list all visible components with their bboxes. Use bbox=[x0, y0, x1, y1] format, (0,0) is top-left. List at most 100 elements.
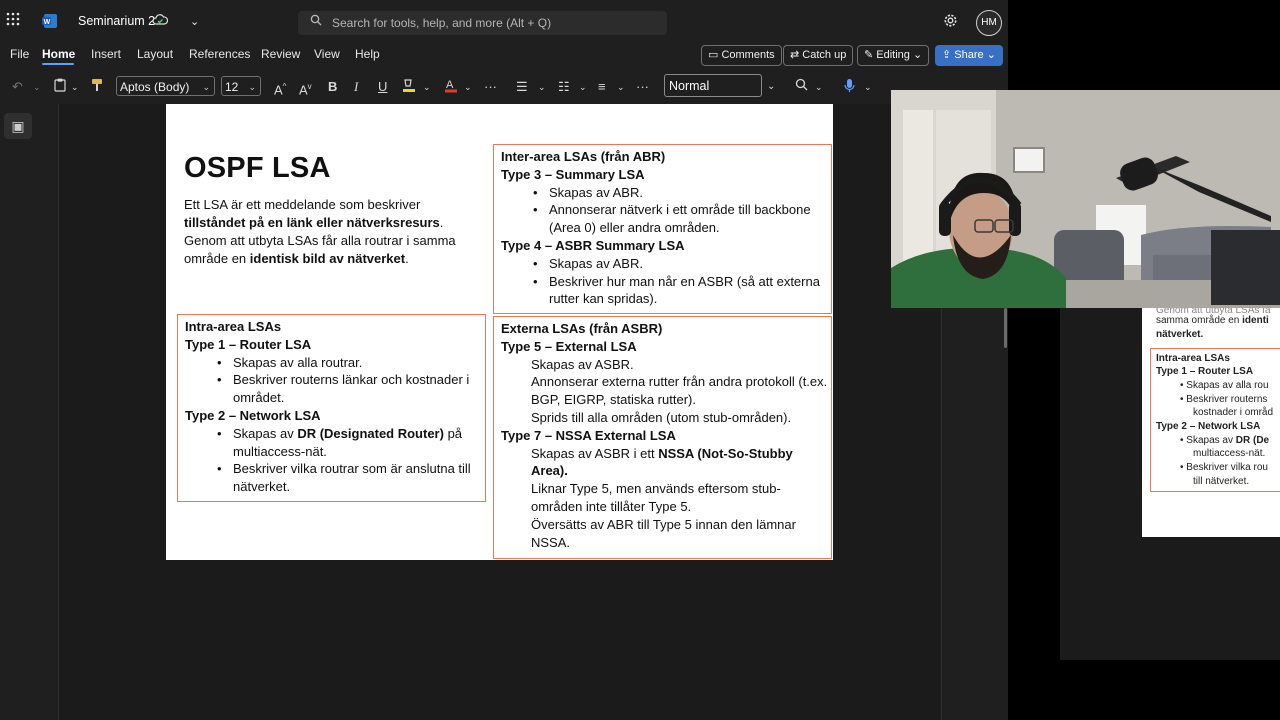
font-color-icon[interactable]: A bbox=[444, 78, 458, 98]
chevron-down-icon[interactable]: ⌄ bbox=[190, 12, 199, 32]
tab-review[interactable]: Review bbox=[261, 47, 300, 61]
vertical-scrollbar[interactable] bbox=[1004, 308, 1007, 348]
list-item: Skapas av alla routrar. bbox=[217, 354, 485, 372]
webcam-overlay bbox=[891, 90, 1280, 308]
type7-line: Skapas av ASBR i ett NSSA (Not-So-Stubby… bbox=[531, 445, 793, 479]
second-heading: Intra-area LSAs bbox=[1156, 353, 1230, 364]
comments-button[interactable]: ▭ Comments bbox=[701, 45, 782, 66]
list-item: • Beskriver vilka rou bbox=[1180, 462, 1268, 473]
webcam-image bbox=[891, 90, 1280, 308]
app-launcher-icon[interactable] bbox=[6, 12, 20, 32]
tab-home[interactable]: Home bbox=[42, 47, 75, 61]
chevron-down-icon: ⌄ bbox=[202, 82, 210, 92]
grow-font-icon[interactable]: A^ bbox=[274, 78, 286, 99]
list-item: • Skapas av DR (De bbox=[1180, 435, 1270, 446]
type1-list: Skapas av alla routrar. Beskriver router… bbox=[185, 354, 485, 407]
chevron-down-icon: ⌄ bbox=[248, 82, 256, 92]
format-painter-icon[interactable] bbox=[91, 78, 103, 97]
tab-help[interactable]: Help bbox=[355, 47, 380, 61]
external-lsa-heading: Externa LSAs (från ASBR) bbox=[501, 321, 663, 336]
font-size-dropdown[interactable]: 12 ⌄ bbox=[221, 76, 261, 96]
chevron-down-icon[interactable]: ⌄ bbox=[538, 78, 546, 96]
catch-up-icon: ⇄ bbox=[790, 49, 803, 61]
find-icon[interactable] bbox=[795, 78, 808, 96]
inter-area-box: Inter-area LSAs (från ABR) Type 3 – Summ… bbox=[493, 144, 832, 314]
chevron-down-icon[interactable]: ⌄ bbox=[815, 78, 823, 96]
catch-up-button[interactable]: ⇄ Catch up bbox=[783, 45, 854, 66]
svg-text:W: W bbox=[44, 19, 51, 26]
comment-icon: ▭ bbox=[708, 49, 722, 61]
type5-line: Skapas av ASBR. bbox=[531, 356, 634, 372]
pencil-icon: ✎ bbox=[864, 49, 877, 61]
settings-icon[interactable] bbox=[943, 13, 958, 34]
search-placeholder: Search for tools, help, and more (Alt + … bbox=[332, 16, 552, 30]
second-type2: Type 2 – Network LSA bbox=[1156, 421, 1261, 432]
intra-area-content: Intra-area LSAs Type 1 – Router LSA Skap… bbox=[185, 318, 485, 496]
inter-area-content: Inter-area LSAs (från ABR) Type 3 – Summ… bbox=[501, 148, 831, 308]
list-item: Beskriver vilka routrar som är anslutna … bbox=[217, 460, 485, 496]
undo-icon[interactable]: ↶ bbox=[12, 78, 23, 96]
chevron-down-icon[interactable]: ⌄ bbox=[33, 78, 41, 96]
tab-view[interactable]: View bbox=[314, 47, 340, 61]
list-item: Skapas av DR (Designated Router) på mult… bbox=[217, 425, 485, 461]
numbering-icon[interactable]: ☷ bbox=[558, 78, 570, 96]
list-item: • Skapas av alla rou bbox=[1180, 380, 1269, 391]
list-item: • Beskriver routerns bbox=[1180, 394, 1268, 405]
word-logo-icon: W bbox=[42, 13, 58, 35]
second-document-page: Genom att utbyta LSAs fa samma område en… bbox=[1142, 308, 1280, 537]
list-item: Skapas av ABR. bbox=[533, 184, 831, 202]
chevron-down-icon: ⌄ bbox=[909, 49, 923, 61]
svg-text:A: A bbox=[446, 79, 454, 91]
intro-text: Ett LSA är ett meddelande som beskriver … bbox=[184, 196, 474, 268]
italic-button[interactable]: I bbox=[354, 78, 358, 96]
underline-button[interactable]: U bbox=[378, 78, 387, 96]
left-rail bbox=[0, 104, 59, 720]
type2-heading: Type 2 – Network LSA bbox=[185, 407, 321, 423]
shrink-font-icon[interactable]: Av bbox=[299, 78, 312, 99]
search-box[interactable]: Search for tools, help, and more (Alt + … bbox=[298, 11, 667, 35]
more-options-icon[interactable]: ··· bbox=[636, 78, 649, 96]
style-dropdown[interactable]: Normal bbox=[664, 74, 762, 97]
list-item: Beskriver routerns länkar och kostnader … bbox=[217, 371, 485, 407]
align-icon[interactable]: ≡ bbox=[598, 78, 606, 96]
font-name-dropdown[interactable]: Aptos (Body) ⌄ bbox=[116, 76, 215, 96]
share-button[interactable]: ⇪ Share ⌄ bbox=[935, 45, 1003, 66]
type5-heading: Type 5 – External LSA bbox=[501, 338, 637, 354]
editing-mode-button[interactable]: ✎ Editing ⌄ bbox=[857, 45, 930, 66]
avatar[interactable]: HM bbox=[976, 10, 1002, 36]
external-lsa-content: Externa LSAs (från ASBR) Type 5 – Extern… bbox=[501, 320, 829, 551]
chevron-down-icon[interactable]: ⌄ bbox=[423, 78, 431, 96]
cloud-sync-icon[interactable] bbox=[152, 13, 169, 33]
more-options-icon[interactable]: ··· bbox=[484, 78, 497, 96]
share-icon: ⇪ bbox=[942, 49, 955, 61]
document-title[interactable]: Seminarium 2 bbox=[78, 14, 155, 28]
paste-icon[interactable] bbox=[54, 78, 66, 97]
type3-list: Skapas av ABR. Annonserar nätverk i ett … bbox=[501, 184, 831, 237]
list-item: kostnader i områd bbox=[1193, 407, 1274, 418]
chevron-down-icon: ⌄ bbox=[983, 49, 996, 61]
tab-file[interactable]: File bbox=[10, 47, 29, 61]
chevron-down-icon[interactable]: ⌄ bbox=[767, 78, 775, 96]
bullets-icon[interactable]: ☰ bbox=[516, 78, 528, 96]
tab-insert[interactable]: Insert bbox=[91, 47, 121, 61]
type7-line: Översätts av ABR till Type 5 innan den l… bbox=[531, 516, 796, 550]
bold-button[interactable]: B bbox=[328, 78, 337, 96]
list-item: till nätverket. bbox=[1193, 476, 1250, 487]
document-page[interactable]: OSPF LSA Ett LSA är ett meddelande som b… bbox=[166, 104, 833, 560]
chevron-down-icon[interactable]: ⌄ bbox=[617, 78, 625, 96]
type7-heading: Type 7 – NSSA External LSA bbox=[501, 427, 676, 443]
second-line: nätverket. bbox=[1156, 329, 1204, 340]
chevron-down-icon[interactable]: ⌄ bbox=[864, 78, 872, 96]
intro-paragraph-2: Genom att utbyta LSAs får alla routrar i… bbox=[184, 233, 456, 266]
tab-layout[interactable]: Layout bbox=[137, 47, 173, 61]
inter-area-heading: Inter-area LSAs (från ABR) bbox=[501, 149, 666, 164]
intra-area-heading: Intra-area LSAs bbox=[185, 319, 282, 334]
active-tab-indicator bbox=[42, 63, 74, 65]
highlight-icon[interactable] bbox=[402, 78, 416, 98]
chevron-down-icon[interactable]: ⌄ bbox=[71, 78, 79, 96]
chevron-down-icon[interactable]: ⌄ bbox=[579, 78, 587, 96]
dictate-icon[interactable] bbox=[844, 78, 855, 98]
tab-references[interactable]: References bbox=[189, 47, 250, 61]
chevron-down-icon[interactable]: ⌄ bbox=[464, 78, 472, 96]
navigation-pane-icon[interactable]: ▣ bbox=[4, 113, 32, 139]
